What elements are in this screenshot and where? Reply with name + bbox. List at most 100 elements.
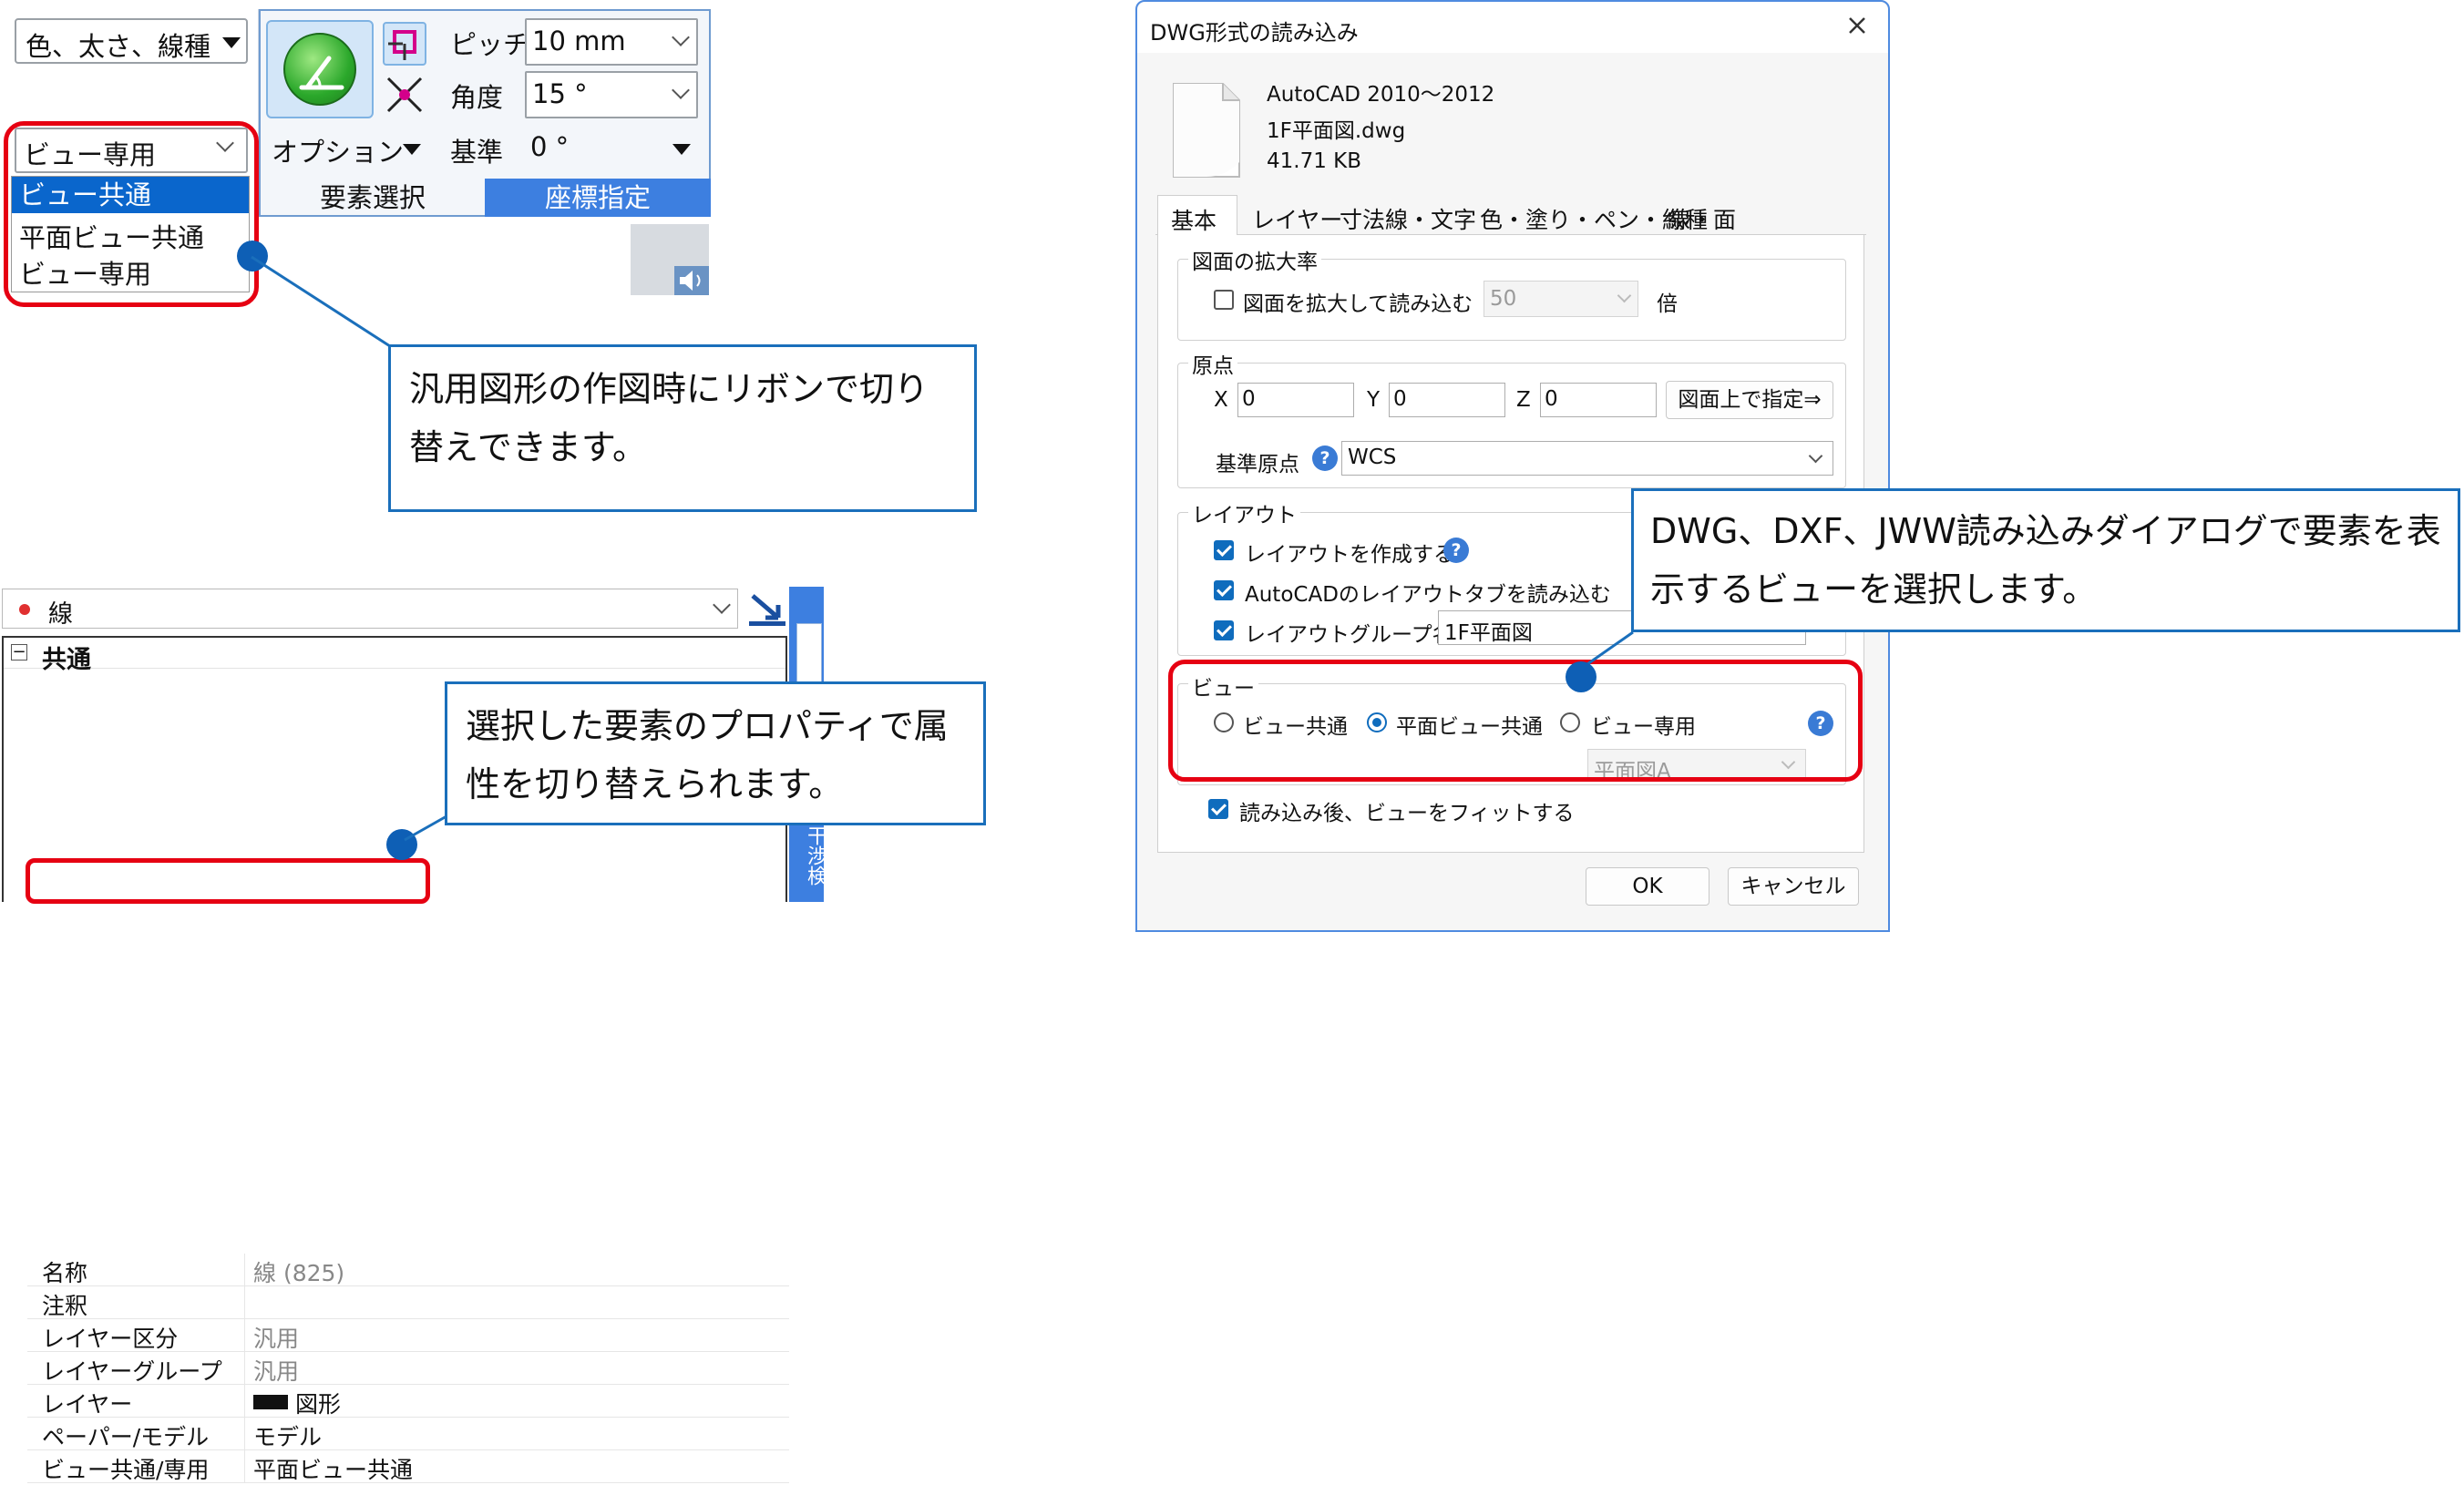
- layout-create-label: レイアウトを作成する: [1245, 543, 1454, 567]
- property-row[interactable]: レイヤー 図形: [27, 1385, 789, 1418]
- property-row[interactable]: レイヤー区分 汎用: [27, 1319, 789, 1352]
- layout-create-checkbox[interactable]: [1214, 540, 1234, 560]
- chevron-down-icon: [672, 81, 690, 99]
- y-value: 0: [1393, 387, 1407, 411]
- z-input[interactable]: 0: [1540, 383, 1657, 417]
- ribbon-callout-box: 汎用図形の作図時にリボンで切り替えできます。: [388, 344, 977, 512]
- layout-group-name-checkbox[interactable]: [1214, 620, 1234, 640]
- pitch-label: ピッチ: [450, 29, 530, 60]
- grid-snap-button[interactable]: [266, 20, 374, 118]
- property-column-divider: [244, 1418, 245, 1450]
- property-column-divider: [244, 1319, 245, 1352]
- scale-dropdown[interactable]: 50: [1484, 281, 1638, 317]
- property-row[interactable]: 注釈: [27, 1286, 789, 1319]
- tab-element-select-label: 要素選択: [319, 182, 426, 213]
- pick-on-drawing-button[interactable]: 図面上で指定⇒: [1666, 381, 1833, 419]
- tab-element-select[interactable]: 要素選択: [259, 179, 485, 217]
- highlight-view-group: [1168, 660, 1863, 782]
- property-value: 汎用: [253, 1358, 300, 1385]
- caret-down-icon: [222, 37, 241, 48]
- scale-checkbox-label: 図面を拡大して読み込む: [1243, 292, 1473, 316]
- chevron-down-icon: [1808, 448, 1823, 464]
- property-value: 線 (825): [253, 1260, 345, 1286]
- property-column-divider: [244, 1352, 245, 1385]
- layout-tabs-checkbox[interactable]: [1214, 580, 1234, 600]
- highlight-view-property: [26, 858, 430, 904]
- x-value: 0: [1242, 387, 1256, 411]
- group-header-common[interactable]: − 共通: [4, 638, 785, 674]
- property-row[interactable]: ビュー共通/専用 平面ビュー共通: [27, 1450, 789, 1483]
- property-key: レイヤー: [42, 1391, 133, 1418]
- tab-coordinate[interactable]: 座標指定: [485, 179, 711, 217]
- scale-value: 50: [1490, 287, 1517, 311]
- highlight-view-dropdown: [4, 121, 259, 307]
- pick-element-icon[interactable]: [745, 590, 787, 629]
- side-tab-label[interactable]: 干渉検: [800, 825, 829, 886]
- y-label: Y: [1367, 388, 1381, 412]
- base-label: 基準: [450, 137, 504, 168]
- angle-snap-icon: [283, 33, 356, 106]
- tab-dimension-text[interactable]: 寸法線・文字: [1340, 202, 1476, 235]
- tab-layer[interactable]: レイヤー: [1252, 202, 1342, 235]
- dialog-callout-text: DWG、DXF、JWW読み込みダイアログで要素を表示するビューを選択します。: [1650, 511, 2441, 609]
- chevron-down-icon: [713, 596, 731, 614]
- angle-dropdown[interactable]: 15 °: [525, 71, 698, 118]
- fit-view-checkbox[interactable]: [1208, 799, 1228, 819]
- intersection-snap-icon[interactable]: [383, 73, 426, 117]
- element-selector[interactable]: 線: [2, 589, 738, 629]
- property-row[interactable]: ペーパー/モデル モデル: [27, 1418, 789, 1450]
- tab-basic-label: 基本: [1171, 208, 1217, 234]
- property-key: 名称: [42, 1260, 88, 1286]
- origin-group-title: 原点: [1188, 348, 1237, 379]
- help-icon[interactable]: ?: [1312, 446, 1338, 471]
- y-input[interactable]: 0: [1389, 383, 1505, 417]
- tab-basic[interactable]: 基本: [1157, 195, 1237, 237]
- scale-unit: 倍: [1657, 292, 1678, 316]
- property-callout-box: 選択した要素のプロパティで属性を切り替えられます。: [445, 681, 986, 825]
- ok-button[interactable]: OK: [1586, 867, 1709, 906]
- property-row[interactable]: 名称 線 (825): [27, 1254, 789, 1286]
- base-dropdown[interactable]: 0 °: [525, 128, 703, 169]
- file-icon: [1170, 80, 1243, 180]
- color-weight-linetype-dropdown[interactable]: 色、太さ、線種: [15, 18, 248, 64]
- tab-line-face[interactable]: 線・面: [1668, 202, 1736, 235]
- base-origin-dropdown[interactable]: WCS: [1341, 441, 1833, 476]
- x-input[interactable]: 0: [1237, 383, 1354, 417]
- layer-color-swatch: [253, 1395, 288, 1409]
- callout-connector: [404, 814, 447, 842]
- property-value: 図形: [295, 1391, 342, 1418]
- property-value: 汎用: [253, 1326, 300, 1352]
- color-dropdown-label: 色、太さ、線種: [26, 31, 211, 62]
- file-size: 41.71 KB: [1267, 149, 1362, 173]
- property-column-divider: [244, 1254, 245, 1286]
- collapse-icon[interactable]: −: [11, 644, 27, 661]
- angle-label: 角度: [450, 82, 504, 113]
- element-name: 線: [48, 600, 73, 629]
- property-row[interactable]: レイヤーグループ 汎用: [27, 1352, 789, 1385]
- option-dropdown[interactable]: オプション: [270, 128, 434, 169]
- pick-on-drawing-label: 図面上で指定⇒: [1678, 388, 1822, 412]
- pitch-dropdown[interactable]: 10 mm: [525, 18, 698, 66]
- file-name: 1F平面図.dwg: [1267, 119, 1406, 143]
- layout-group-name-value: 1F平面図: [1444, 621, 1533, 645]
- caret-down-icon: [403, 144, 421, 155]
- chevron-down-icon: [672, 28, 690, 46]
- pitch-value: 10 mm: [532, 26, 626, 56]
- scale-checkbox[interactable]: [1214, 290, 1234, 310]
- point-snap-icon[interactable]: [383, 22, 426, 66]
- property-key: 注釈: [42, 1293, 88, 1319]
- cancel-button[interactable]: キャンセル: [1728, 867, 1859, 906]
- element-color-icon: [19, 604, 30, 615]
- caret-down-icon: [672, 144, 691, 155]
- close-icon[interactable]: [1839, 7, 1875, 44]
- help-icon[interactable]: ?: [1443, 538, 1469, 563]
- dialog-titlebar: DWG形式の読み込み: [1137, 2, 1888, 53]
- dialog-title: DWG形式の読み込み: [1150, 20, 1359, 46]
- property-value: 平面ビュー共通: [253, 1457, 414, 1483]
- cancel-label: キャンセル: [1740, 875, 1846, 898]
- property-value: モデル: [253, 1424, 323, 1450]
- tab-coordinate-label: 座標指定: [544, 182, 651, 213]
- fit-view-label: 読み込み後、ビューをフィットする: [1239, 802, 1575, 825]
- property-column-divider: [244, 1286, 245, 1319]
- base-value: 0 °: [530, 131, 570, 162]
